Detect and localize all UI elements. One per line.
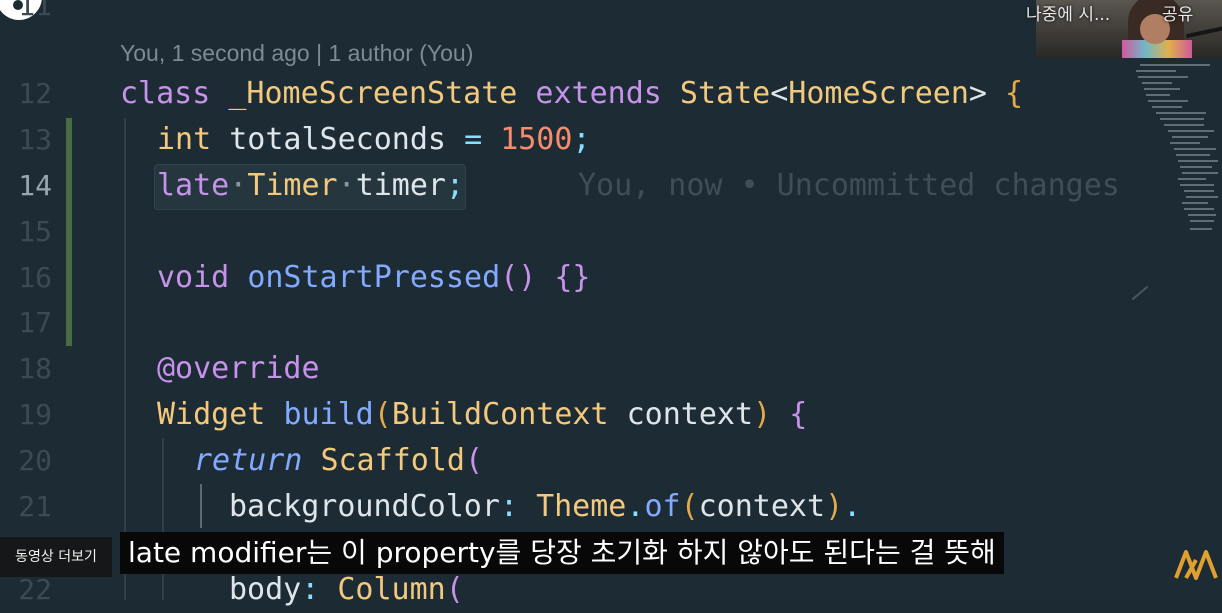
code-line-14[interactable]: late·Timer·timer; bbox=[157, 163, 464, 209]
code-line-20[interactable]: return Scaffold( bbox=[194, 438, 483, 484]
code-line-21[interactable]: backgroundColor: Theme.of(context). bbox=[229, 484, 861, 530]
line-number: 11 bbox=[18, 0, 52, 22]
indent-guide bbox=[200, 484, 202, 528]
git-blame-header[interactable]: You, 1 second ago | 1 author (You) bbox=[120, 40, 473, 67]
line-number: 19 bbox=[18, 398, 52, 431]
watch-later-label[interactable]: 나중에 시... bbox=[1026, 0, 1110, 25]
code-editor[interactable]: 11 12 13 14 15 16 17 18 19 20 21 22 You,… bbox=[0, 0, 1222, 607]
line-number: 21 bbox=[18, 490, 52, 523]
line-number: 12 bbox=[18, 77, 52, 110]
caption-subtitle: late modifier는 이 property를 당장 초기화 하지 않아도… bbox=[120, 532, 1004, 574]
inline-git-blame: You, now • Uncommitted changes bbox=[578, 168, 1120, 203]
code-line-16[interactable]: void onStartPressed() {} bbox=[157, 255, 591, 301]
git-change-indicator bbox=[66, 118, 72, 346]
indent-guide bbox=[162, 438, 164, 600]
code-line-13[interactable]: int totalSeconds = 1500; bbox=[157, 117, 591, 163]
code-line-12[interactable]: class _HomeScreenState extends State<Hom… bbox=[120, 71, 1023, 117]
share-label[interactable]: 공유 bbox=[1162, 0, 1193, 25]
line-number: 20 bbox=[18, 444, 52, 477]
line-number: 16 bbox=[18, 261, 52, 294]
more-videos-button[interactable]: 동영상 더보기 bbox=[0, 537, 112, 577]
line-number: 13 bbox=[18, 123, 52, 156]
code-line-19[interactable]: Widget build(BuildContext context) { bbox=[157, 392, 807, 438]
channel-logo-icon[interactable] bbox=[1174, 546, 1218, 580]
indent-guide bbox=[124, 118, 126, 600]
line-number: 17 bbox=[18, 306, 52, 339]
code-line-18[interactable]: @override bbox=[157, 346, 320, 392]
minimap[interactable] bbox=[1130, 60, 1222, 310]
line-number-active: 14 bbox=[18, 169, 52, 202]
line-number: 18 bbox=[18, 352, 52, 385]
line-number: 15 bbox=[18, 215, 52, 248]
